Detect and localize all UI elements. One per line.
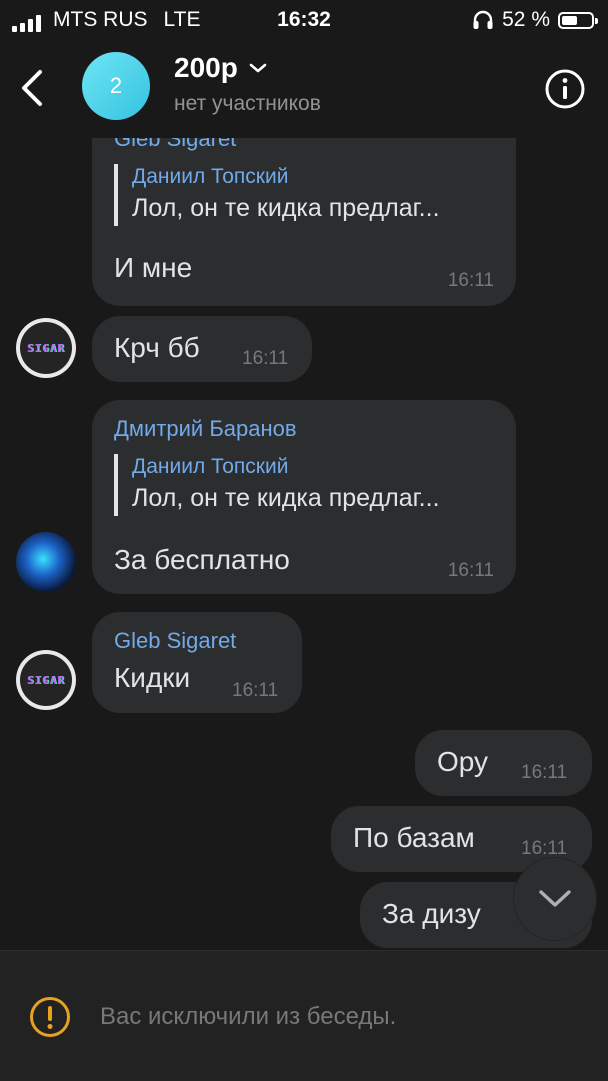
scroll-down-button[interactable] (514, 858, 596, 940)
quote-author: Даниил Топский (132, 165, 289, 188)
message-text: За дизу (382, 898, 481, 929)
quote-text: Лол, он те кидка предлаг... (132, 484, 440, 512)
avatar-label: SIGAR (26, 673, 66, 687)
conversation-avatar[interactable]: 2 (82, 52, 150, 120)
message-bubble[interactable]: Gleb Sigaret Даниил Топский Лол, он те к… (92, 138, 516, 306)
scroll-down-icon (539, 890, 571, 907)
message-list[interactable]: Gleb Sigaret Даниил Топский Лол, он те к… (0, 138, 608, 950)
back-arrow-icon[interactable] (14, 66, 50, 110)
avatar-label: SIGAR (26, 341, 66, 355)
conversation-subtitle: нет участников (174, 92, 321, 115)
message-time: 16:11 (447, 560, 494, 581)
kicked-notice-text: Вас исключили из беседы. (100, 1003, 397, 1030)
quote-author: Даниил Топский (132, 455, 289, 478)
message-text: По базам (353, 822, 475, 853)
message-sender[interactable]: Gleb Sigaret (114, 138, 236, 152)
message-time: 16:11 (521, 838, 568, 859)
avatar-logo: SIGAR (20, 654, 72, 706)
avatar[interactable]: SIGAR (16, 650, 76, 710)
avatar[interactable] (16, 532, 76, 592)
conversation-avatar-text: 2 (109, 73, 123, 98)
message-time: 16:11 (521, 762, 568, 783)
message-text: И мне (114, 252, 193, 283)
battery-icon (558, 11, 598, 29)
message-text: За бесплатно (114, 544, 290, 575)
headphones-icon (473, 10, 493, 29)
status-bar: MTS RUS LTE 16:32 52 % (0, 0, 608, 40)
message-bubble[interactable]: Крч бб 16:11 (92, 316, 312, 382)
message-bubble[interactable]: Ору 16:11 (415, 730, 592, 796)
avatar-logo: SIGAR (20, 322, 72, 374)
chat-header: 2 200р нет участников (0, 40, 608, 138)
warning-icon (30, 997, 70, 1037)
reply-quote[interactable]: Даниил Топский Лол, он те кидка предлаг.… (114, 164, 440, 226)
message-sender[interactable]: Дмитрий Баранов (114, 416, 297, 442)
message-bubble[interactable]: Дмитрий Баранов Даниил Топский Лол, он т… (92, 400, 516, 594)
reply-quote[interactable]: Даниил Топский Лол, он те кидка предлаг.… (114, 454, 440, 516)
status-right: 52 % (472, 8, 598, 32)
message-text: Кидки (114, 662, 191, 693)
conversation-title-text: 200р (174, 52, 238, 83)
conversation-title[interactable]: 200р (174, 52, 268, 84)
info-icon[interactable] (544, 68, 586, 110)
composer-notice: Вас исключили из беседы. (0, 950, 608, 1081)
chevron-down-icon (249, 63, 267, 73)
message-text: Крч бб (114, 332, 200, 363)
message-bubble[interactable]: Gleb Sigaret Кидки 16:11 (92, 612, 302, 713)
message-sender[interactable]: Gleb Sigaret (114, 628, 236, 654)
avatar[interactable]: SIGAR (16, 318, 76, 378)
message-time: 16:11 (232, 680, 279, 701)
battery-percent: 52 % (502, 8, 550, 31)
message-time: 16:11 (242, 348, 289, 369)
quote-text: Лол, он те кидка предлаг... (132, 194, 440, 222)
message-text: Ору (437, 746, 489, 777)
message-time: 16:11 (447, 270, 494, 291)
